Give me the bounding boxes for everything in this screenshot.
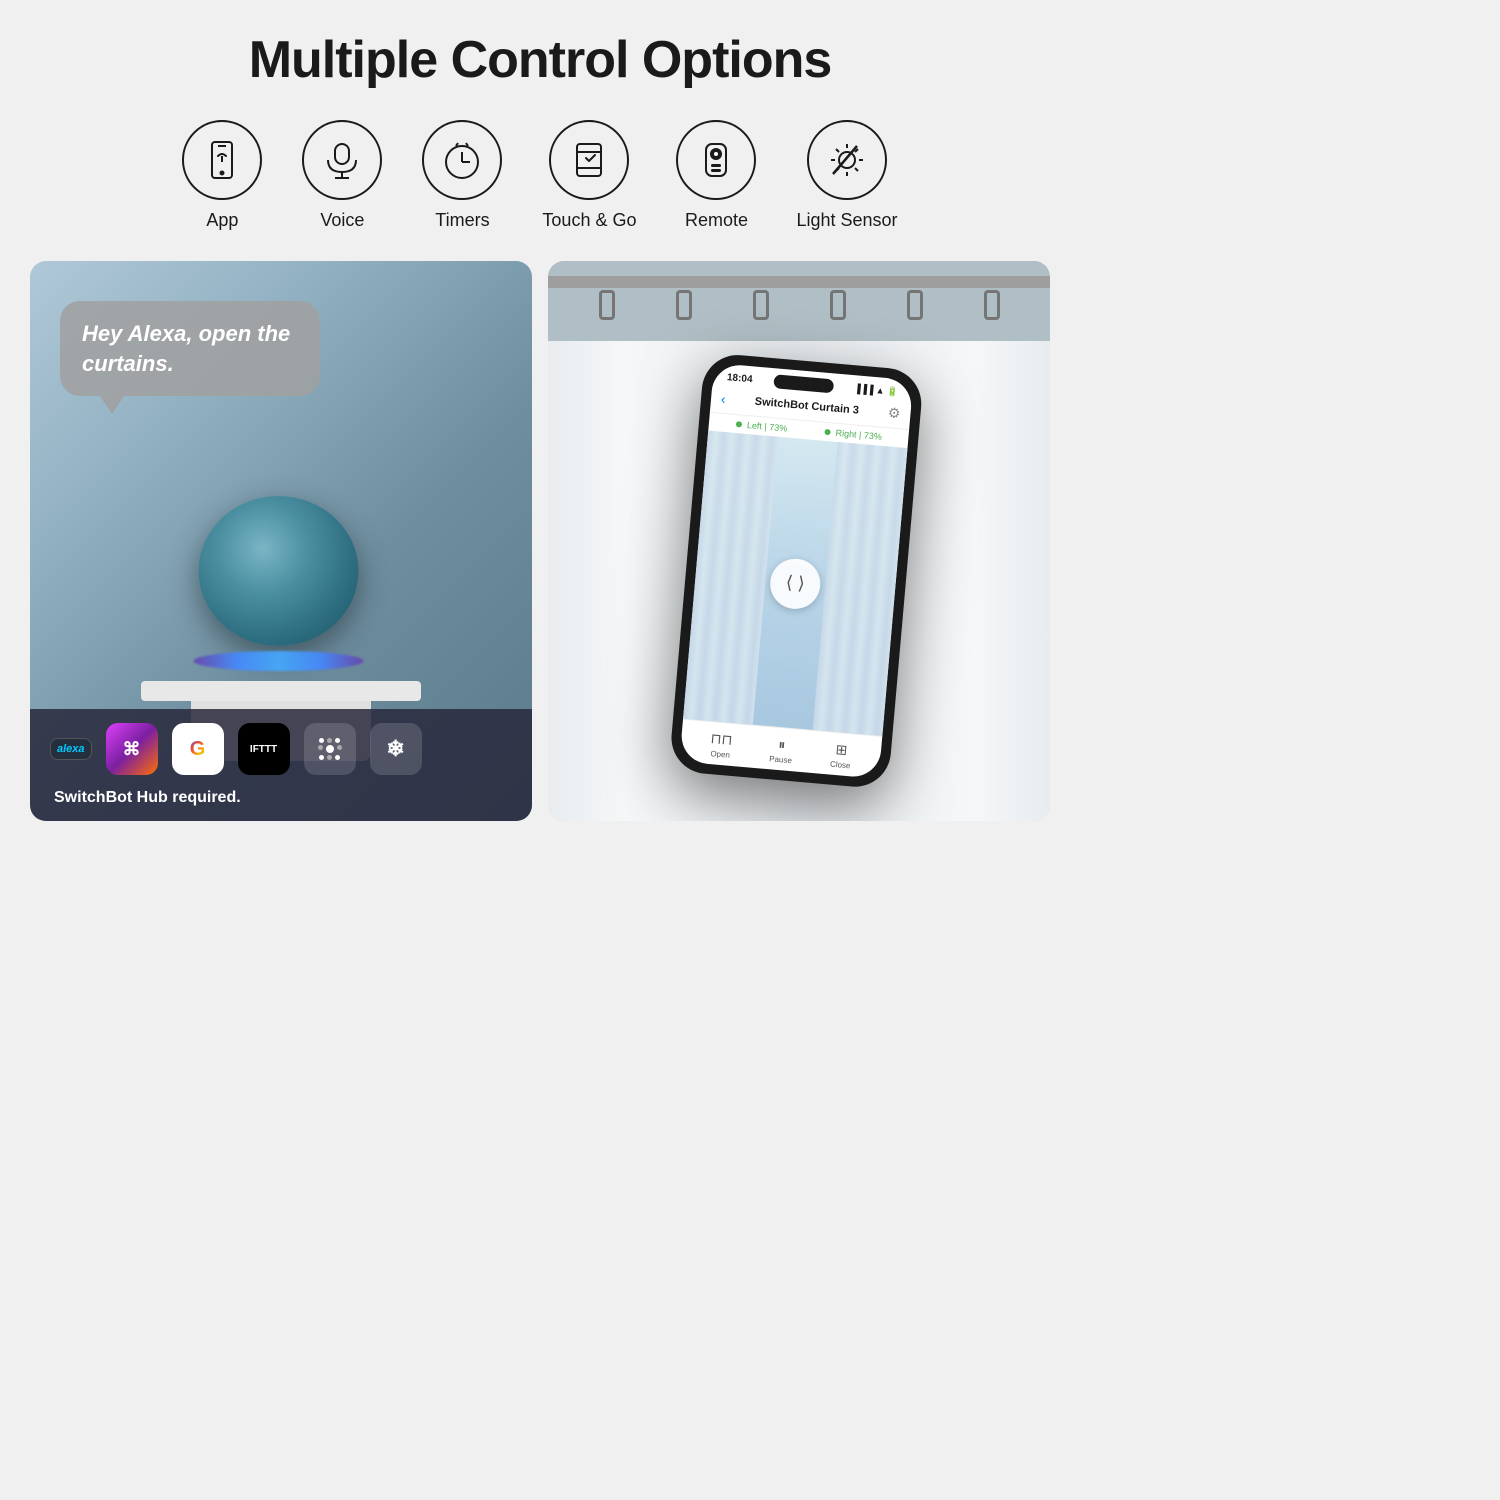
images-row: Hey Alexa, open the curtains. alexa ⌘ G [30,261,1050,821]
open-button[interactable]: ⊓⊓ Open [709,730,733,760]
app-title: SwitchBot Curtain 3 [754,395,859,416]
phone-curtain-left-visual [683,431,778,725]
left-progress: Left | 73% [735,419,788,433]
light-sensor-label: Light Sensor [796,210,897,231]
hook-1 [599,290,615,320]
google-logo: G [172,723,224,775]
ifttt-logo: IFTTT [238,723,290,775]
app-icon-circle [182,120,262,200]
hook-3 [753,290,769,320]
matter-logo: ❄ [370,723,422,775]
shortcuts-logo: ⌘ [106,723,158,775]
echo-dot [199,496,359,646]
hook-6 [984,290,1000,320]
app-label: App [206,210,238,231]
phone-screen: 18:04 ▐▐▐ ▲ 🔋 ‹ SwitchBot Curtain 3 ⚙ Le… [679,363,913,779]
timers-icon-circle [422,120,502,200]
phone-time: 18:04 [727,372,753,385]
right-progress: Right | 73% [824,427,883,442]
curtain-rod [548,276,1050,288]
remote-icon [694,138,738,182]
control-option-remote: Remote [676,120,756,231]
pause-label: Pause [769,754,792,765]
phone-panel: 18:04 ▐▐▐ ▲ 🔋 ‹ SwitchBot Curtain 3 ⚙ Le… [548,261,1050,821]
smartphone-icon [200,138,244,182]
close-label: Close [830,760,851,771]
hook-2 [676,290,692,320]
pause-button[interactable]: ⏸ Pause [769,735,794,765]
clock-icon [440,138,484,182]
light-sensor-icon [825,138,869,182]
control-option-light-sensor: Light Sensor [796,120,897,231]
voice-label: Voice [320,210,364,231]
curtain-hooks [548,288,1050,320]
phone-mockup: 18:04 ▐▐▐ ▲ 🔋 ‹ SwitchBot Curtain 3 ⚙ Le… [669,352,925,790]
page-title: Multiple Control Options [249,30,832,90]
alexa-logo: alexa [50,738,92,760]
control-option-voice: Voice [302,120,382,231]
timers-label: Timers [435,210,489,231]
touch-go-icon-circle [549,120,629,200]
control-option-timers: Timers [422,120,502,231]
back-arrow: ‹ [720,390,726,406]
right-dot [824,429,831,436]
touch-icon [567,138,611,182]
phone-curtain-right-visual [813,442,908,736]
hook-4 [830,290,846,320]
control-option-touch-go: Touch & Go [542,120,636,231]
light-sensor-icon-circle [807,120,887,200]
left-dot [735,421,742,428]
control-option-app: App [182,120,262,231]
remote-label: Remote [685,210,748,231]
microphone-icon [320,138,364,182]
close-icon: ⊞ [835,741,848,759]
hub-required-text: SwitchBot Hub required. [54,789,241,807]
touch-go-label: Touch & Go [542,210,636,231]
remote-icon-circle [676,120,756,200]
control-options-row: App Voice Timers [182,120,897,231]
voice-icon-circle [302,120,382,200]
alexa-panel: Hey Alexa, open the curtains. alexa ⌘ G [30,261,532,821]
close-button[interactable]: ⊞ Close [830,741,853,771]
hub-logo [304,723,356,775]
open-label: Open [710,749,730,760]
speech-bubble: Hey Alexa, open the curtains. [60,301,320,396]
phone-curtain-visual: ⟨ ⟩ [683,431,907,736]
echo-dot-ring [194,651,364,671]
phone-center-control[interactable]: ⟨ ⟩ [768,556,822,610]
settings-icon: ⚙ [887,404,901,422]
pause-icon: ⏸ [778,736,786,754]
table-top [141,681,421,701]
open-icon: ⊓⊓ [710,730,733,749]
hook-5 [907,290,923,320]
partner-logos-bar: alexa ⌘ G IFTTT [30,709,532,821]
